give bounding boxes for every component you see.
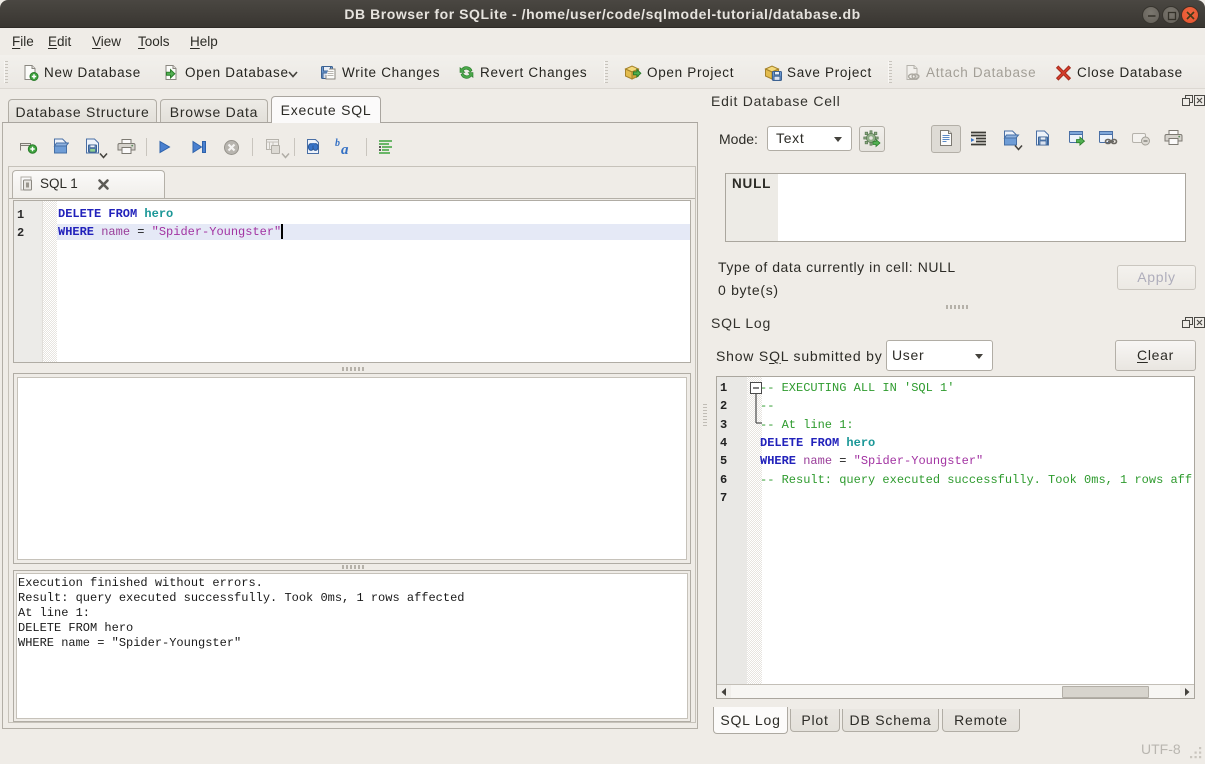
svg-text:b: b: [335, 138, 340, 149]
svg-text:a: a: [341, 142, 349, 156]
